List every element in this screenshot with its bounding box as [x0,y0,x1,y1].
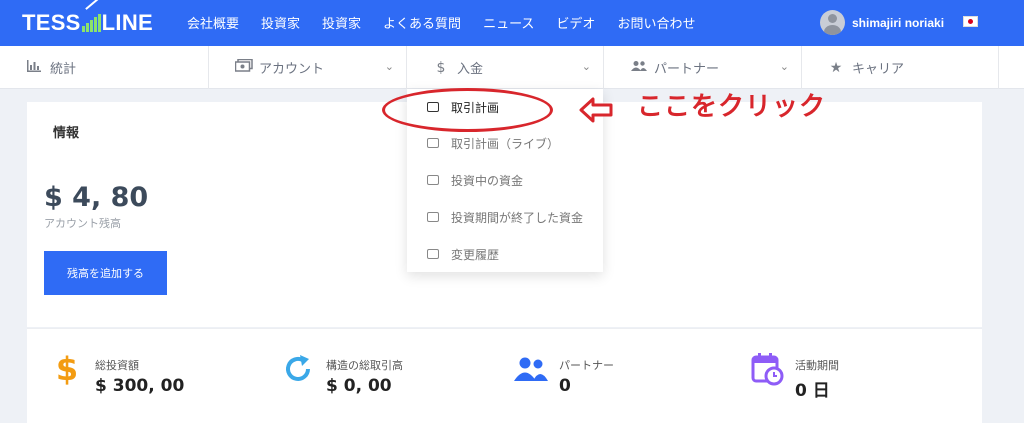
stat-structure-volume: 構造の総取引高 $ 0, 00 [280,351,403,396]
account-balance-label: アカウント残高 [44,217,121,230]
highlight-ellipse [382,88,553,132]
dropdown-item-label: 投資中の資金 [451,173,524,188]
user-name: shimajiri noriaki [852,15,945,30]
japan-flag-icon[interactable] [963,16,978,27]
main-nav: 会社概要 投資家 投資家 よくある質問 ニュース ビデオ お問い合わせ [187,13,717,32]
user-menu[interactable]: shimajiri noriaki [820,10,944,35]
stat-label: パートナー [559,359,614,372]
info-title: 情報 [53,126,80,141]
nav-investor-1[interactable]: 投資家 [261,13,300,32]
account-balance: $ 4, 80 [44,182,149,213]
calendar-icon [427,212,439,222]
bar-chart-icon [26,59,42,77]
menu-account[interactable]: アカウント ⌄ [209,46,407,89]
stat-partners: パートナー 0 [513,351,614,396]
logo-chart-icon [81,0,101,32]
stat-label: 活動期間 [795,359,839,372]
stat-label: 総投資額 [95,359,139,372]
nav-faq[interactable]: よくある質問 [383,13,461,32]
add-balance-button[interactable]: 残高を追加する [44,251,167,295]
stat-label: 構造の総取引高 [326,359,403,372]
calendar-clock-icon [749,351,785,387]
chevron-down-icon: ⌄ [779,60,789,73]
chevron-down-icon: ⌄ [384,60,394,73]
star-icon: ★ [829,59,843,76]
nav-contact[interactable]: お問い合わせ [617,13,695,32]
logo[interactable]: TESS LINE [22,0,153,38]
nav-video[interactable]: ビデオ [556,13,595,32]
menu-career[interactable]: ★ キャリア [802,46,999,89]
stat-total-investment: $ 総投資額 $ 300, 00 [49,351,184,396]
top-navbar: TESS LINE 会社概要 投資家 投資家 よくある質問 ニュース ビデオ お… [0,0,1024,46]
menu-partner[interactable]: パートナー ⌄ [604,46,802,89]
briefcase-icon [427,138,439,148]
calendar-icon [427,249,439,259]
menu-career-label: キャリア [852,62,905,77]
dollar-icon: $ [436,59,446,76]
dropdown-item-label: 取引計画（ライブ） [451,136,560,151]
nav-news[interactable]: ニュース [483,13,534,32]
annotation-text: ここをクリック [637,92,827,122]
stat-value: 0 [559,376,571,396]
stat-value: 0 日 [795,381,830,401]
dropdown-item-label: 変更履歴 [451,247,500,262]
svg-text:$: $ [56,352,78,386]
menu-partner-label: パートナー [654,62,720,77]
arrow-left-icon [579,97,613,123]
menu-account-label: アカウント [259,62,325,77]
menu-deposit[interactable]: $ 入金 ⌄ [407,46,604,89]
menu-statistics-label: 統計 [50,62,77,77]
logo-text-left: TESS [22,10,81,35]
stat-value: $ 300, 00 [95,376,185,396]
stats-card: $ 総投資額 $ 300, 00 構造の総取引高 $ 0, 00 パートナー 0… [27,328,982,423]
nav-investor-2[interactable]: 投資家 [322,13,361,32]
logo-text-right: LINE [101,10,153,35]
dropdown-item-label: 投資期間が終了した資金 [451,210,584,225]
dropdown-item-history[interactable]: 変更履歴 [407,244,603,264]
nav-company[interactable]: 会社概要 [187,13,239,32]
dropdown-item-trading-plan-live[interactable]: 取引計画（ライブ） [407,133,603,153]
stat-active-period: 活動期間 0 日 [749,351,839,401]
chevron-down-icon: ⌄ [581,60,591,73]
avatar [820,10,845,35]
menu-deposit-label: 入金 [457,62,484,77]
users-icon [513,351,549,387]
dropdown-item-invested-funds[interactable]: 投資中の資金 [407,170,603,190]
dashboard-menu: 統計 アカウント ⌄ $ 入金 ⌄ パートナー ⌄ ★ キャリア [0,46,1024,89]
menu-statistics[interactable]: 統計 [0,46,209,89]
money-icon [234,58,253,76]
dropdown-item-ended-funds[interactable]: 投資期間が終了した資金 [407,207,603,227]
sign-out-icon [427,175,439,185]
users-icon [630,60,647,76]
dollar-icon: $ [49,351,85,387]
refresh-icon [280,351,316,387]
stat-value: $ 0, 00 [326,376,392,396]
